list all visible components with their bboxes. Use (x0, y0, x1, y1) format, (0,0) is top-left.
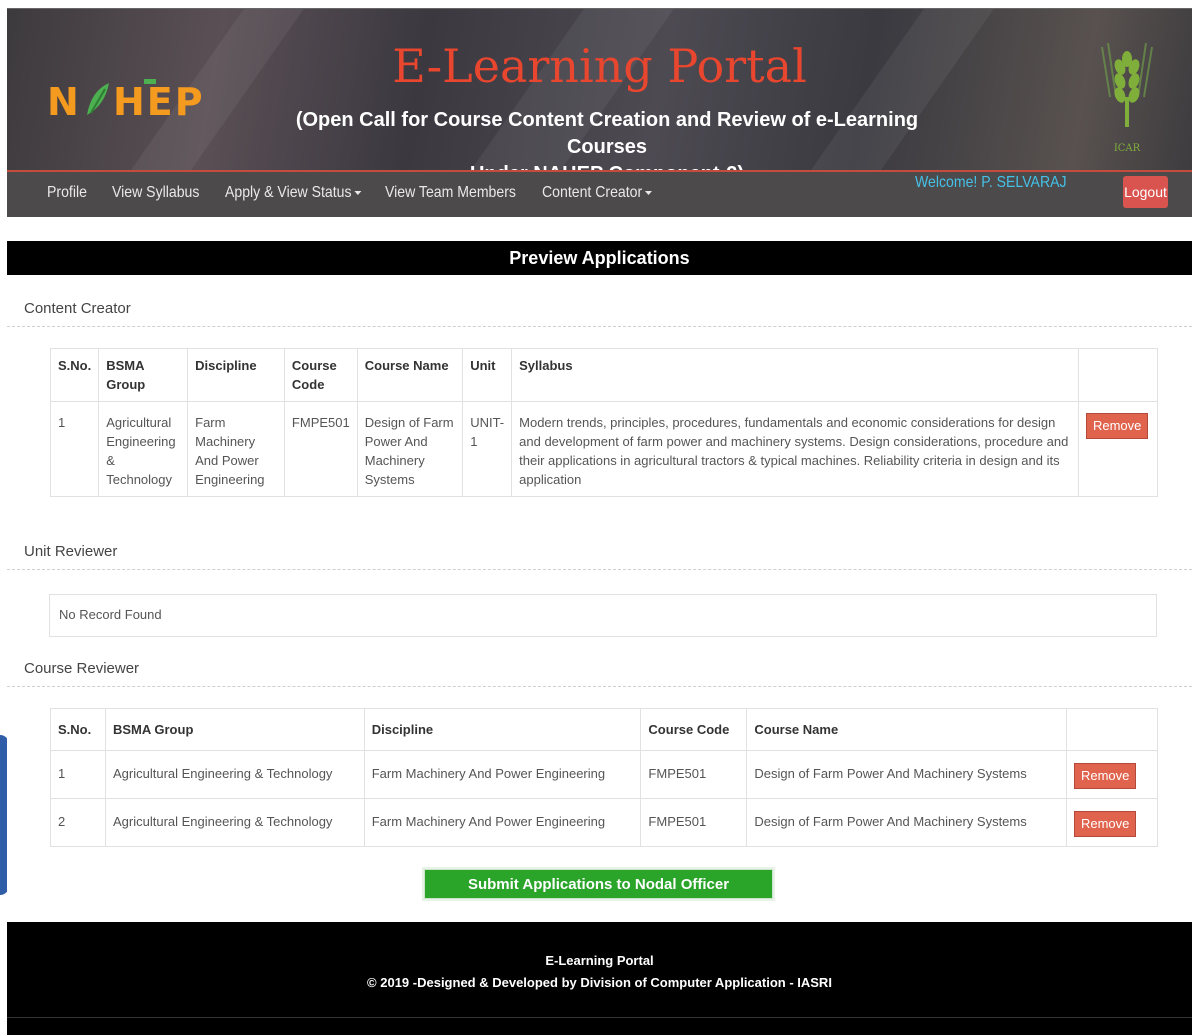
nav-item-label: View Team Members (385, 184, 516, 201)
course-reviewer-heading: Course Reviewer (7, 660, 1192, 687)
column-header (1077, 348, 1159, 402)
submit-applications-button[interactable]: Submit Applications to Nodal Officer (424, 869, 773, 899)
portal-title: E-Learning Portal (392, 39, 807, 93)
table-row: 1 Agricultural Engineering & Technology … (50, 750, 1159, 799)
cell-unit: UNIT-1 (462, 401, 513, 497)
cell-course-name: Design of Farm Power And Machinery Syste… (356, 401, 464, 497)
cell-course-code: FMPE501 (640, 798, 748, 847)
column-header: Syllabus (511, 348, 1079, 402)
no-record-message: No Record Found (49, 594, 1157, 637)
welcome-text: Welcome! P. SELVARAJ (915, 174, 1067, 191)
column-header: Course Code (283, 348, 358, 402)
cell-course-name: Design of Farm Power And Machinery Syste… (746, 750, 1067, 799)
unit-reviewer-heading: Unit Reviewer (7, 543, 1192, 570)
cell-course-name: Design of Farm Power And Machinery Syste… (746, 798, 1067, 847)
table-header-row: S.No. BSMA Group Discipline Course Code … (50, 708, 1159, 751)
nav-item-label: View Syllabus (112, 184, 200, 201)
cell-bsma-group: Agricultural Engineering & Technology (98, 401, 189, 497)
column-header: S.No. (50, 708, 106, 751)
cell-course-code: FMPE501 (640, 750, 748, 799)
content-creator-table: S.No. BSMA Group Discipline Course Code … (49, 348, 1159, 497)
nav-item-view-team-members[interactable]: View Team Members (385, 184, 516, 202)
table-row: 1 Agricultural Engineering & Technology … (49, 401, 1159, 497)
cell-bsma-group: Agricultural Engineering & Technology (104, 750, 365, 799)
nav-item-view-syllabus[interactable]: View Syllabus (112, 184, 199, 202)
nav-item-apply-view-status[interactable]: Apply & View Status (225, 184, 362, 202)
column-header: Unit (462, 348, 513, 402)
column-header: Course Code (640, 708, 748, 751)
cell-discipline: Farm Machinery And Power Engineering (363, 798, 642, 847)
cell-action: Remove (1077, 401, 1159, 497)
chevron-down-icon (354, 190, 362, 195)
nav-item-profile[interactable]: Profile (47, 184, 87, 202)
cell-course-code: FMPE501 (283, 401, 358, 497)
cell-discipline: Farm Machinery And Power Engineering (363, 750, 642, 799)
cell-action: Remove (1065, 750, 1159, 799)
icar-emblem-label: ICAR (1114, 143, 1141, 154)
column-header: Discipline (187, 348, 285, 402)
cell-action: Remove (1065, 798, 1159, 847)
cell-sno: 1 (50, 750, 106, 799)
site-footer: E-Learning Portal © 2019 -Designed & Dev… (7, 922, 1192, 1035)
nav-item-label: Profile (47, 184, 87, 201)
nav-item-content-creator[interactable]: Content Creator (542, 184, 652, 202)
footer-divider (7, 1017, 1192, 1018)
column-header: S.No. (49, 348, 100, 402)
cell-sno: 2 (50, 798, 106, 847)
column-header: BSMA Group (104, 708, 365, 751)
footer-title: E-Learning Portal (545, 953, 654, 968)
nav-item-label: Content Creator (542, 184, 643, 201)
remove-button[interactable]: Remove (1085, 413, 1149, 439)
remove-button[interactable]: Remove (1073, 763, 1137, 789)
cell-syllabus: Modern trends, principles, procedures, f… (511, 401, 1079, 497)
page-title: Preview Applications (7, 241, 1192, 275)
main-nav: Profile View Syllabus Apply & View Statu… (7, 170, 1192, 217)
column-header (1065, 708, 1159, 751)
site-header: N HEP E-Learning Portal (Open Call for C… (7, 8, 1192, 185)
logout-button[interactable]: Logout (1123, 176, 1168, 208)
subtitle-line-1: (Open Call for Course Content Creation a… (295, 109, 919, 158)
remove-button[interactable]: Remove (1073, 811, 1137, 837)
nav-item-label: Apply & View Status (225, 184, 352, 201)
cell-discipline: Farm Machinery And Power Engineering (187, 401, 285, 497)
table-header-row: S.No. BSMA Group Discipline Course Code … (49, 348, 1159, 402)
cell-sno: 1 (49, 401, 100, 497)
column-header: Discipline (363, 708, 642, 751)
icar-emblem-icon: ICAR (1101, 42, 1153, 154)
column-header: BSMA Group (98, 348, 189, 402)
main-content: Preview Applications Content Creator S.N… (7, 217, 1192, 922)
column-header: Course Name (746, 708, 1067, 751)
column-header: Course Name (356, 348, 464, 402)
footer-copyright: © 2019 -Designed & Developed by Division… (367, 975, 832, 990)
course-reviewer-table: S.No. BSMA Group Discipline Course Code … (50, 708, 1159, 847)
content-creator-heading: Content Creator (7, 300, 1192, 327)
chevron-down-icon (644, 190, 652, 195)
table-row: 2 Agricultural Engineering & Technology … (50, 798, 1159, 847)
cell-bsma-group: Agricultural Engineering & Technology (104, 798, 365, 847)
